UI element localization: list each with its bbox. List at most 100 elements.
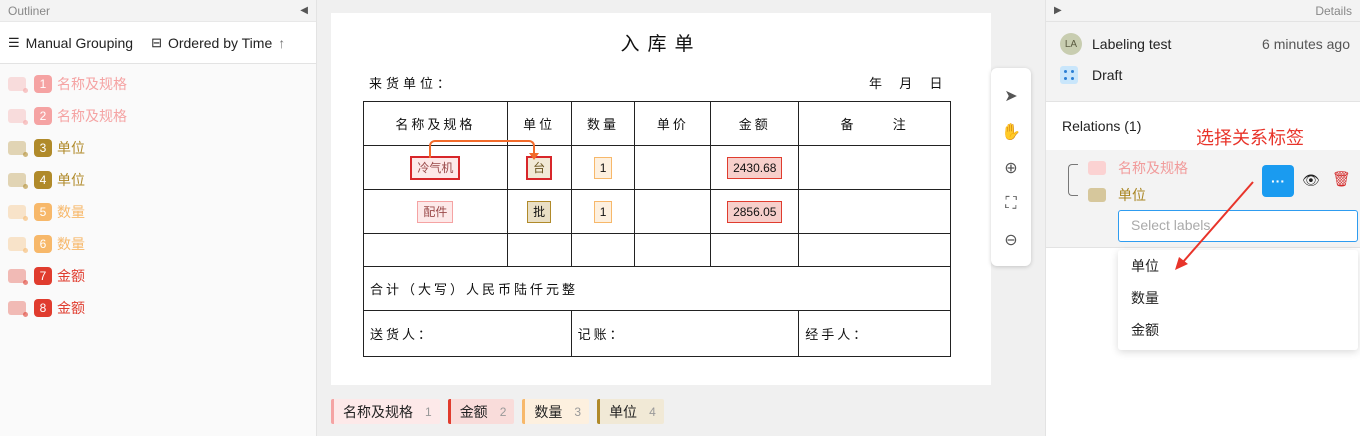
select-pointer-icon[interactable]: ➤ [997,82,1025,110]
doc-date-label: 年 月 日 [869,76,943,91]
label-chip-hotkey: 4 [649,404,656,419]
eye-icon[interactable]: 👁 [1302,172,1320,189]
region-qty-1[interactable]: 1 [593,156,613,179]
outliner-item[interactable]: 4 单位 [0,164,316,196]
dropdown-option[interactable]: 数量 [1118,282,1358,314]
region-label: 数量 [57,204,85,220]
labels-dropdown: 单位 数量 金额 [1118,250,1358,350]
region-label: 名称及规格 [57,76,127,92]
outliner-item[interactable]: 6 数量 [0,228,316,260]
region-index-badge: 3 [34,139,52,157]
region-icon [8,109,28,125]
zoom-in-icon[interactable]: ⊕ [997,154,1025,182]
collapse-left-icon[interactable]: ◀ [300,5,308,16]
outliner-title: Outliner [8,3,51,18]
region-index-badge: 5 [34,203,52,221]
region-label: 名称及规格 [57,108,127,124]
price-cell [634,145,712,190]
relation-arrow-head [529,153,539,160]
outliner-panel: Outliner ◀ ☰ Manual Grouping ⊟ Ordered b… [0,0,317,436]
region-amount-1[interactable]: 2430.68 [727,156,783,179]
region-name-2[interactable]: 配件 [417,200,454,223]
document-image: 入库单 来货单位： 年 月 日 名称及规格 单位 数量 单价 金额 备 注 冷气… [331,13,991,385]
region-unit-2[interactable]: 批 [527,200,552,223]
table-row: 送货人： 记账： 经手人： [363,310,951,357]
sort-ascending-icon[interactable]: ↑ [278,35,285,51]
avatar: LA [1060,33,1082,55]
outliner-item[interactable]: 3 单位 [0,132,316,164]
fit-to-screen-icon[interactable]: ⛶ [997,190,1025,218]
trash-icon[interactable]: 🗑 [1332,170,1351,188]
doc-bookkeeper-label: 记账： [570,310,800,357]
more-options-button[interactable]: ··· [1262,165,1294,197]
region-index-badge: 2 [34,107,52,125]
region-index-badge: 7 [34,267,52,285]
doc-total-label: 合计（大写）人民币陆仟元整 [363,266,951,311]
region-label: 金额 [57,300,85,316]
relation-to[interactable]: 单位 [1088,185,1146,205]
region-name-1[interactable]: 冷气机 [410,155,461,180]
region-icon [1088,161,1106,175]
label-chip-name: 单位 [609,403,638,420]
select-labels-input[interactable]: Select labels [1118,210,1358,242]
region-icon [1088,188,1106,202]
label-chip[interactable]: 数量 3 [522,399,590,424]
label-chip-bar: 名称及规格 1 金额 2 数量 3 单位 4 [331,399,664,424]
note-cell [798,189,951,234]
label-chip-hotkey: 1 [425,404,432,419]
relation-from[interactable]: 名称及规格 [1088,158,1188,178]
details-title: Details [1315,3,1352,18]
list-icon: ☰ [8,34,20,50]
dropdown-option[interactable]: 单位 [1118,250,1358,282]
table-row [363,233,951,267]
region-index-badge: 4 [34,171,52,189]
hand-pan-icon[interactable]: ✋ [997,118,1025,146]
doc-deliverer-label: 送货人： [363,310,572,357]
label-chip-name: 名称及规格 [343,403,413,420]
region-qty-2[interactable]: 1 [593,200,613,223]
annotation-info: LA Labeling test 6 minutes ago Draft [1046,22,1360,102]
region-label: 单位 [57,140,85,156]
label-chip-hotkey: 2 [499,404,507,419]
outliner-item[interactable]: 1 名称及规格 [0,68,316,100]
outliner-item[interactable]: 8 金额 [0,292,316,324]
outliner-item[interactable]: 7 金额 [0,260,316,292]
label-chip[interactable]: 单位 4 [597,399,664,424]
expand-right-icon[interactable]: ▶ [1054,5,1062,16]
header-cell: 数量 [570,101,636,146]
region-icon [8,173,28,189]
doc-supplier-label: 来货单位： [369,76,455,91]
label-chip-name: 金额 [459,403,488,420]
ordered-by-time-button[interactable]: ⊟ Ordered by Time ↑ [151,35,285,51]
price-cell [634,189,712,234]
manual-grouping-button[interactable]: ☰ Manual Grouping [8,35,133,51]
label-chip-hotkey: 3 [574,404,582,419]
region-label: 数量 [57,236,85,252]
region-icon [8,237,28,253]
relation-arrow [429,140,535,158]
canvas-toolbar: ➤ ✋ ⊕ ⛶ ⊖ [991,68,1031,266]
region-icon [8,77,28,93]
label-chip[interactable]: 金额 2 [447,399,515,424]
table-row: 配件 批 1 2856.05 [363,189,951,234]
region-amount-2[interactable]: 2856.05 [727,200,783,223]
region-icon [8,301,28,317]
manual-grouping-label: Manual Grouping [25,34,134,51]
region-label: 金额 [57,268,85,284]
dropdown-option[interactable]: 金额 [1118,314,1358,346]
outliner-header: Outliner ◀ [0,0,316,22]
region-label: 单位 [57,172,85,188]
relations-title: Relations (1) [1062,118,1142,134]
outliner-item[interactable]: 5 数量 [0,196,316,228]
relation-from-label: 名称及规格 [1118,160,1188,176]
ordered-by-time-label: Ordered by Time [167,34,273,51]
region-icon [8,205,28,221]
region-icon [8,141,28,157]
header-cell: 单位 [506,101,572,146]
relation-connector-icon [1068,164,1078,196]
note-cell [798,145,951,190]
label-chip[interactable]: 名称及规格 1 [331,399,440,424]
clock-icon: ⊟ [151,34,162,50]
zoom-out-icon[interactable]: ⊖ [997,226,1025,254]
outliner-item[interactable]: 2 名称及规格 [0,100,316,132]
